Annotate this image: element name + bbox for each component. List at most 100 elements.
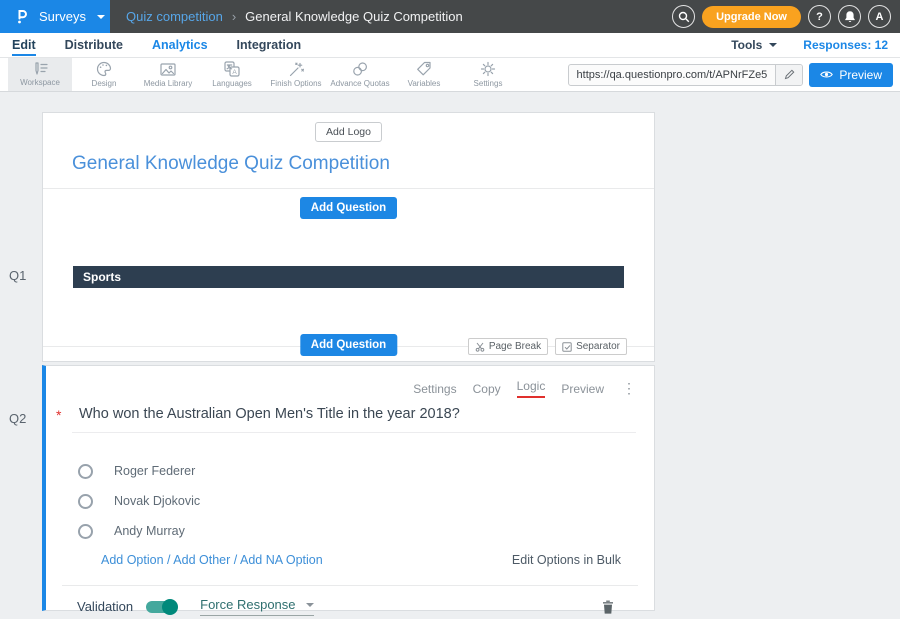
survey-title[interactable]: General Knowledge Quiz Competition (72, 153, 654, 175)
translate-icon: A (224, 61, 240, 77)
option-row: Andy Murray (78, 523, 654, 539)
validation-row: Validation Force Response (77, 597, 614, 616)
toolbar-item-variables[interactable]: Variables (392, 58, 456, 91)
toolbar-item-advance-quotas[interactable]: Advance Quotas (328, 58, 392, 91)
account-avatar[interactable]: A (868, 5, 891, 28)
chain-links-icon (352, 61, 368, 77)
divider (62, 585, 638, 586)
question-menu: Settings Copy Logic Preview ⋮ (46, 366, 654, 398)
validation-toggle[interactable] (146, 601, 176, 613)
option-label[interactable]: Novak Djokovic (114, 494, 200, 508)
tag-icon (416, 61, 432, 77)
question-preview-link[interactable]: Preview (561, 382, 604, 396)
more-options-icon[interactable]: ⋮ (622, 380, 636, 397)
add-other-link[interactable]: Add Other (173, 553, 230, 567)
question-settings-link[interactable]: Settings (413, 382, 456, 396)
tab-analytics[interactable]: Analytics (152, 35, 208, 56)
option-label[interactable]: Roger Federer (114, 464, 195, 478)
edit-url-button[interactable] (775, 65, 802, 85)
section-tools: Page Break Separator (468, 338, 627, 355)
help-button[interactable]: ? (808, 5, 831, 28)
breadcrumb: Quiz competition › General Knowledge Qui… (126, 9, 463, 24)
trash-icon (602, 600, 614, 614)
validation-label: Validation (77, 599, 133, 614)
edit-options-bulk-link[interactable]: Edit Options in Bulk (512, 553, 621, 567)
radio-button[interactable] (78, 464, 93, 479)
eye-icon (820, 70, 833, 79)
questionpro-logo-icon (15, 9, 30, 25)
magic-wand-icon (288, 62, 304, 77)
svg-text:A: A (232, 69, 237, 76)
tabbar-right: Tools Responses: 12 (731, 38, 888, 52)
survey-url-input[interactable]: https://qa.questionpro.com/t/APNrFZe5 (569, 69, 776, 81)
pencil-icon (784, 69, 795, 80)
add-question-button-bottom[interactable]: Add Question (300, 334, 397, 356)
top-navbar: Surveys Quiz competition › General Knowl… (0, 0, 900, 33)
responses-count[interactable]: Responses: 12 (803, 38, 888, 52)
option-links-row: Add Option / Add Other / Add NA Option E… (101, 553, 621, 567)
tab-edit[interactable]: Edit (12, 35, 36, 56)
topbar-actions: Upgrade Now ? A (672, 5, 900, 28)
toolbar-item-finish-options[interactable]: Finish Options (264, 58, 328, 91)
editor-toolbar: Workspace Design Media Library A Languag… (0, 58, 900, 92)
notifications-button[interactable] (838, 5, 861, 28)
chevron-down-icon (306, 603, 314, 607)
question-logic-link[interactable]: Logic (517, 379, 546, 398)
question-copy-link[interactable]: Copy (473, 382, 501, 396)
question-mark-icon: ? (816, 11, 823, 23)
question-number-q2: Q2 (9, 411, 26, 426)
chevron-down-icon (769, 43, 777, 47)
image-icon (160, 62, 176, 77)
scissors-icon (475, 342, 485, 352)
add-question-button-top[interactable]: Add Question (300, 197, 397, 219)
bell-icon (844, 10, 856, 23)
survey-url-box: https://qa.questionpro.com/t/APNrFZe5 (568, 64, 804, 86)
add-option-links: Add Option / Add Other / Add NA Option (101, 553, 323, 567)
page-break-button[interactable]: Page Break (468, 338, 548, 355)
upgrade-now-button[interactable]: Upgrade Now (702, 6, 801, 28)
option-row: Roger Federer (78, 463, 654, 479)
validation-type-dropdown[interactable]: Force Response (200, 597, 313, 616)
search-icon (678, 11, 690, 23)
survey-header-card: Add Logo General Knowledge Quiz Competit… (42, 112, 655, 362)
q1-section-header[interactable]: Sports (73, 266, 624, 288)
add-na-option-link[interactable]: Add NA Option (240, 553, 323, 567)
option-row: Novak Djokovic (78, 493, 654, 509)
toolbar-right: https://qa.questionpro.com/t/APNrFZe5 Pr… (568, 58, 900, 91)
add-logo-button[interactable]: Add Logo (315, 122, 382, 142)
toolbar-item-design[interactable]: Design (72, 58, 136, 91)
radio-button[interactable] (78, 524, 93, 539)
toolbar-item-media-library[interactable]: Media Library (136, 58, 200, 91)
question-text[interactable]: Who won the Australian Open Men's Title … (79, 406, 460, 422)
checkbox-icon (562, 342, 572, 352)
tab-distribute[interactable]: Distribute (65, 35, 123, 56)
divider (43, 188, 654, 189)
add-option-link[interactable]: Add Option (101, 553, 164, 567)
product-name: Surveys (39, 9, 86, 24)
required-asterisk: * (56, 407, 61, 423)
tools-dropdown[interactable]: Tools (731, 38, 777, 52)
delete-question-button[interactable] (602, 600, 614, 614)
tab-integration[interactable]: Integration (237, 35, 302, 56)
add-logo-row: Add Logo (43, 113, 654, 142)
question-number-q1: Q1 (9, 268, 26, 283)
separator-button[interactable]: Separator (555, 338, 627, 355)
breadcrumb-separator-icon: › (232, 9, 236, 24)
toolbar-item-workspace[interactable]: Workspace (8, 58, 72, 91)
answer-options: Roger Federer Novak Djokovic Andy Murray (46, 463, 654, 539)
card1-bottom-row: Add Question Page Break Separator (43, 311, 654, 361)
surveys-menu[interactable]: Surveys (0, 0, 110, 33)
radio-button[interactable] (78, 494, 93, 509)
toggle-knob (162, 599, 178, 615)
toolbar-item-settings[interactable]: Settings (456, 58, 520, 91)
chevron-down-icon (97, 15, 105, 19)
option-label[interactable]: Andy Murray (114, 524, 185, 538)
add-question-row: Add Question (43, 197, 654, 219)
search-button[interactable] (672, 5, 695, 28)
breadcrumb-current: General Knowledge Quiz Competition (245, 9, 463, 24)
survey-editor-canvas: Q1 Q2 Add Logo General Knowledge Quiz Co… (0, 92, 900, 619)
breadcrumb-parent[interactable]: Quiz competition (126, 9, 223, 24)
preview-button[interactable]: Preview (809, 63, 893, 87)
toolbar-item-languages[interactable]: A Languages (200, 58, 264, 91)
question-card-q2: Settings Copy Logic Preview ⋮ * Who won … (42, 365, 655, 611)
